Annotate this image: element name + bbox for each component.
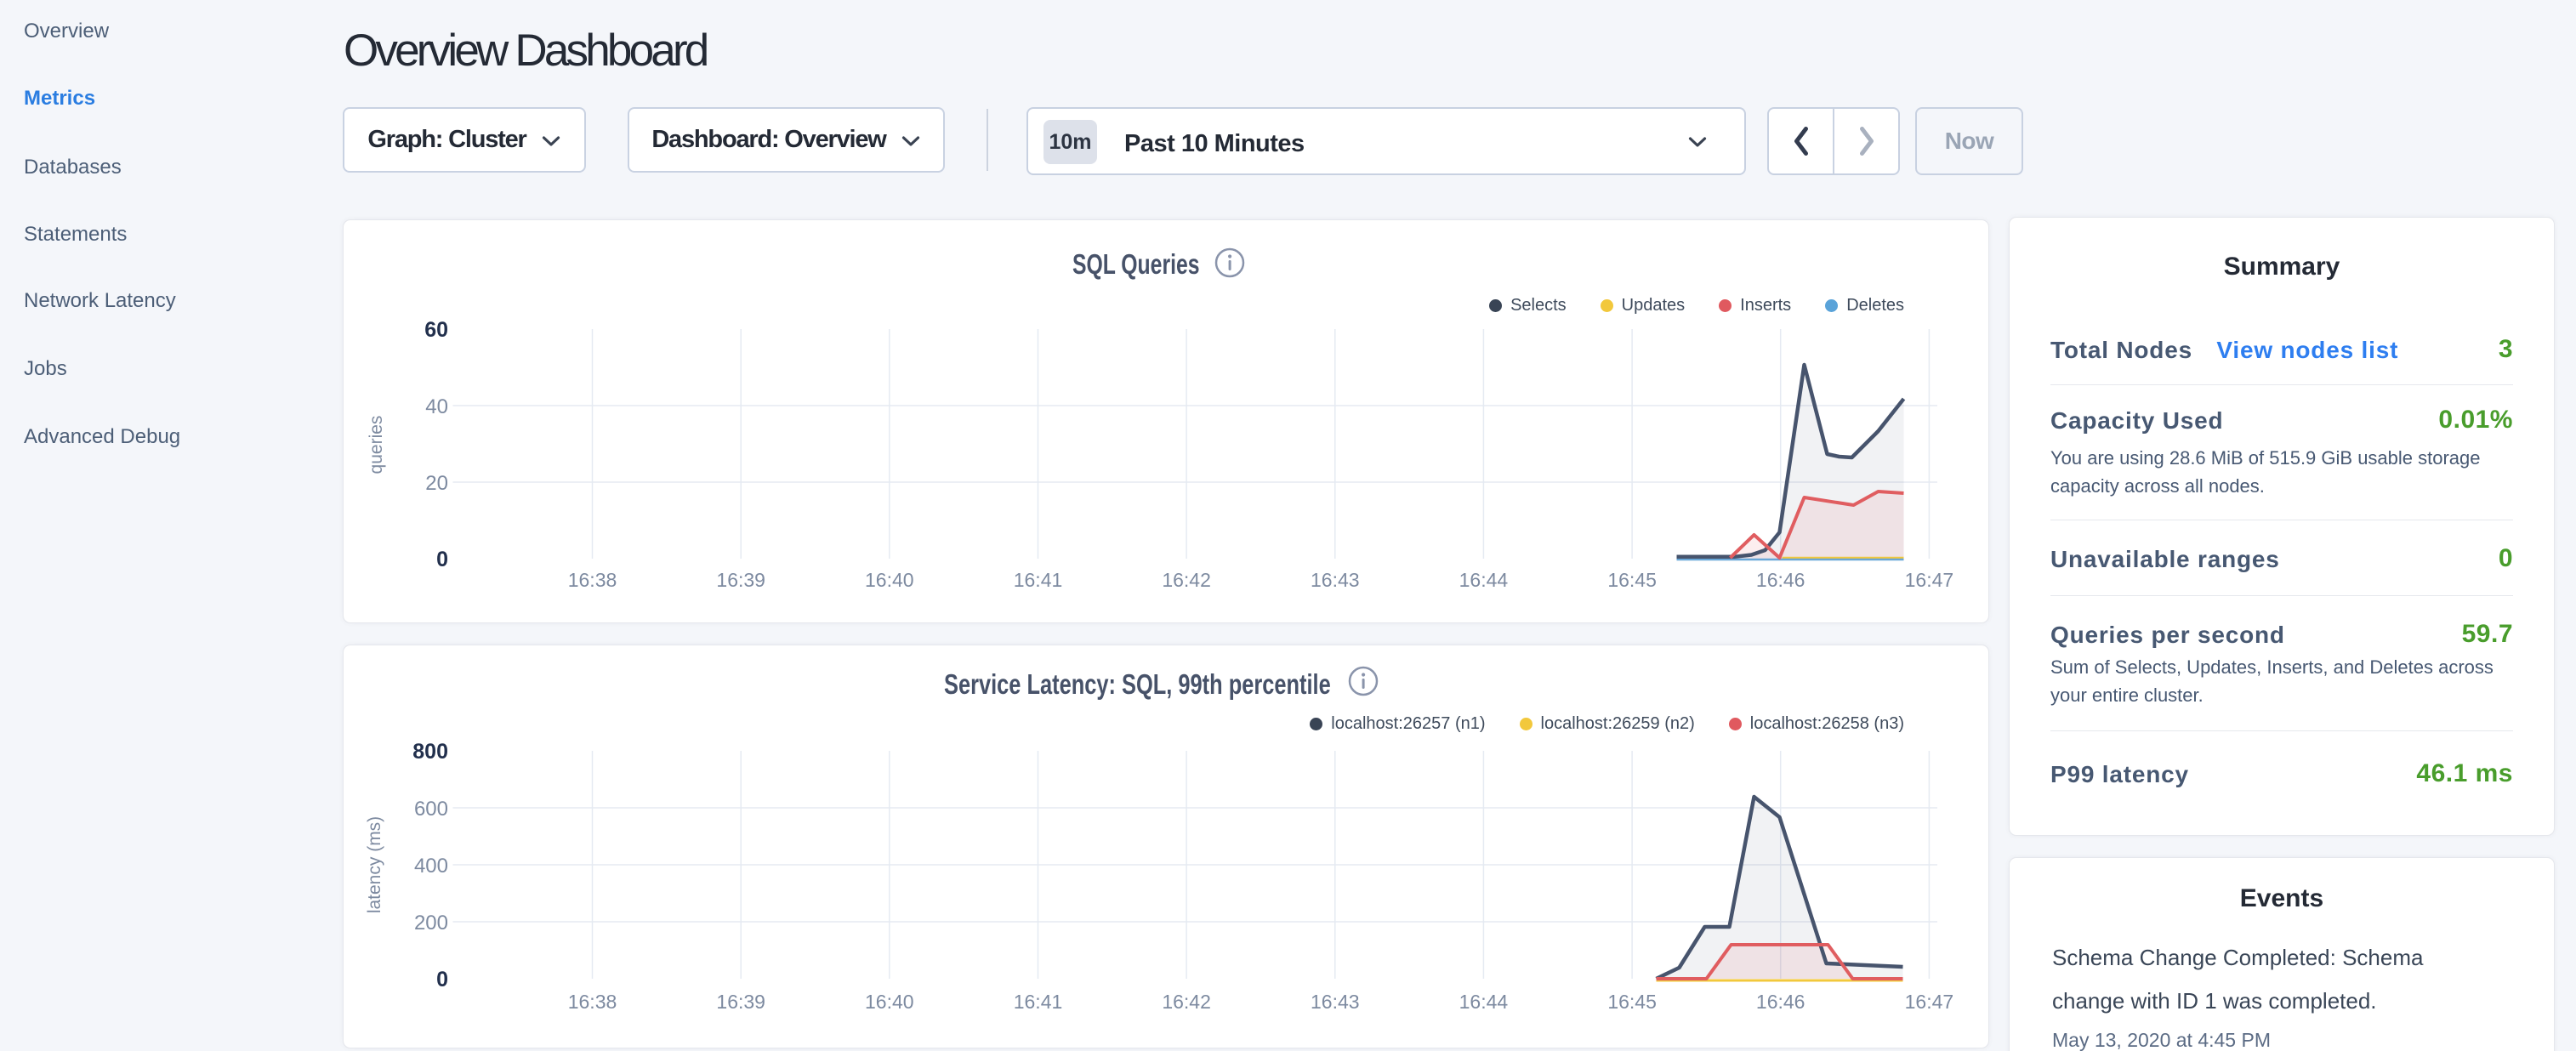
svg-text:0: 0 bbox=[436, 548, 448, 571]
svg-text:16:43: 16:43 bbox=[1311, 991, 1360, 1013]
svg-text:16:47: 16:47 bbox=[1905, 991, 1954, 1013]
svg-text:16:46: 16:46 bbox=[1756, 991, 1805, 1013]
svg-text:latency (ms): latency (ms) bbox=[365, 816, 384, 913]
svg-text:16:45: 16:45 bbox=[1607, 569, 1657, 591]
svg-text:16:40: 16:40 bbox=[865, 569, 914, 591]
svg-text:20: 20 bbox=[425, 472, 448, 495]
svg-text:16:43: 16:43 bbox=[1311, 569, 1360, 591]
svg-text:16:42: 16:42 bbox=[1162, 569, 1211, 591]
svg-text:16:46: 16:46 bbox=[1756, 569, 1805, 591]
svg-text:16:38: 16:38 bbox=[568, 991, 617, 1013]
svg-text:60: 60 bbox=[424, 318, 448, 342]
svg-text:16:44: 16:44 bbox=[1459, 991, 1509, 1013]
svg-text:40: 40 bbox=[425, 395, 448, 418]
svg-text:16:42: 16:42 bbox=[1162, 991, 1211, 1013]
svg-text:16:41: 16:41 bbox=[1014, 569, 1063, 591]
svg-text:600: 600 bbox=[414, 798, 448, 821]
svg-text:0: 0 bbox=[436, 968, 448, 991]
svg-text:16:40: 16:40 bbox=[865, 991, 914, 1013]
svg-text:16:39: 16:39 bbox=[716, 569, 765, 591]
svg-text:800: 800 bbox=[412, 740, 448, 764]
svg-text:16:39: 16:39 bbox=[716, 991, 765, 1013]
svg-text:16:47: 16:47 bbox=[1905, 569, 1954, 591]
svg-text:16:44: 16:44 bbox=[1459, 569, 1509, 591]
svg-text:queries: queries bbox=[367, 416, 386, 474]
svg-text:16:45: 16:45 bbox=[1607, 991, 1657, 1013]
svg-text:16:41: 16:41 bbox=[1014, 991, 1063, 1013]
svg-text:400: 400 bbox=[414, 855, 448, 878]
svg-text:200: 200 bbox=[414, 912, 448, 935]
svg-text:16:38: 16:38 bbox=[568, 569, 617, 591]
